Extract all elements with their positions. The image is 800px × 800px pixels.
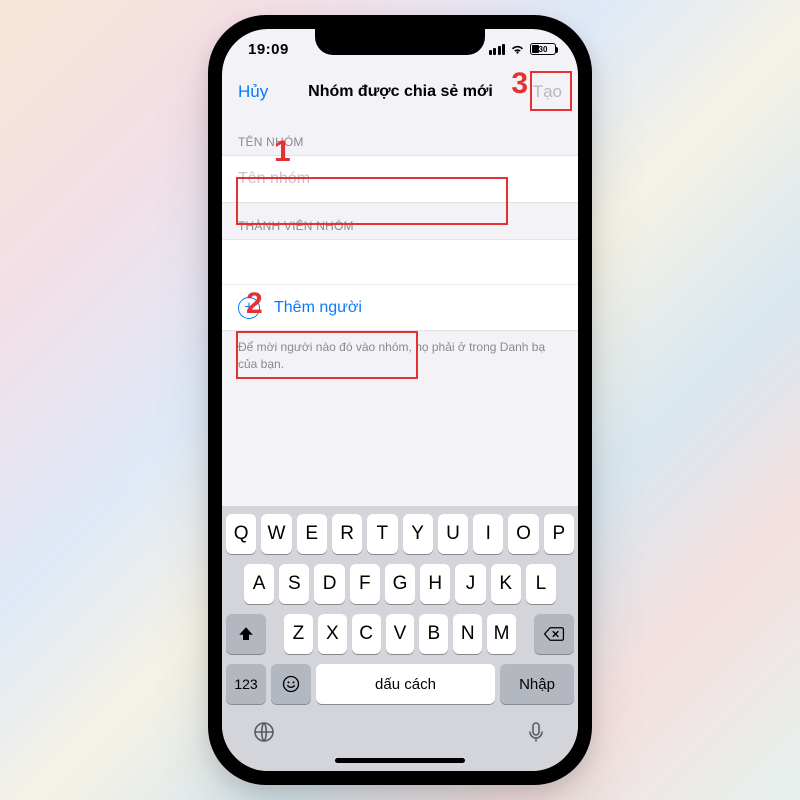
key-v[interactable]: V — [386, 614, 415, 654]
members-hint: Để mời người nào đó vào nhóm, họ phải ở … — [222, 331, 578, 373]
group-name-row — [222, 155, 578, 203]
members-section-label: THÀNH VIÊN NHÓM — [222, 207, 578, 239]
home-indicator — [335, 758, 465, 763]
group-name-input[interactable] — [238, 156, 562, 202]
key-t[interactable]: T — [367, 514, 397, 554]
shift-key[interactable] — [226, 614, 266, 654]
cancel-button[interactable]: Hủy — [238, 82, 268, 102]
status-right-cluster: 30 — [489, 43, 557, 55]
key-p[interactable]: P — [544, 514, 574, 554]
members-empty-row — [222, 239, 578, 285]
create-button[interactable]: Tạo — [533, 82, 562, 102]
key-c[interactable]: C — [352, 614, 381, 654]
globe-icon[interactable] — [252, 720, 276, 750]
add-people-label: Thêm người — [274, 299, 362, 317]
content-area: TÊN NHÓM THÀNH VIÊN NHÓM + Thêm người Để… — [222, 115, 578, 771]
key-q[interactable]: Q — [226, 514, 256, 554]
key-y[interactable]: Y — [403, 514, 433, 554]
mic-icon[interactable] — [524, 720, 548, 750]
key-m[interactable]: M — [487, 614, 516, 654]
group-name-section-label: TÊN NHÓM — [222, 123, 578, 155]
key-i[interactable]: I — [473, 514, 503, 554]
key-h[interactable]: H — [420, 564, 450, 604]
key-w[interactable]: W — [261, 514, 291, 554]
wifi-icon — [510, 44, 525, 55]
cellular-icon — [489, 44, 506, 55]
space-key[interactable]: dấu cách — [316, 664, 495, 704]
keyboard-bottom-bar — [226, 714, 574, 752]
members-section: THÀNH VIÊN NHÓM + Thêm người Để mời ngườ… — [222, 207, 578, 373]
key-z[interactable]: Z — [284, 614, 313, 654]
key-s[interactable]: S — [279, 564, 309, 604]
nav-bar: Hủy Nhóm được chia sẻ mới Tạo — [222, 69, 578, 115]
key-r[interactable]: R — [332, 514, 362, 554]
numbers-key[interactable]: 123 — [226, 664, 266, 704]
backspace-key[interactable] — [534, 614, 574, 654]
emoji-key[interactable] — [271, 664, 311, 704]
key-e[interactable]: E — [297, 514, 327, 554]
key-b[interactable]: B — [419, 614, 448, 654]
key-o[interactable]: O — [508, 514, 538, 554]
key-k[interactable]: K — [491, 564, 521, 604]
key-g[interactable]: G — [385, 564, 415, 604]
notch — [315, 29, 485, 55]
key-f[interactable]: F — [350, 564, 380, 604]
key-x[interactable]: X — [318, 614, 347, 654]
page-title: Nhóm được chia sẻ mới — [308, 83, 493, 101]
battery-percent: 30 — [539, 45, 548, 54]
ios-keyboard: QWERTYUIOP ASDFGHJKL ZXCVBNM 123 — [222, 506, 578, 771]
key-j[interactable]: J — [455, 564, 485, 604]
key-l[interactable]: L — [526, 564, 556, 604]
phone-screen: 19:09 30 Hủy Nhóm được chia sẻ mới Tạo T… — [222, 29, 578, 771]
key-n[interactable]: N — [453, 614, 482, 654]
status-time: 19:09 — [248, 41, 289, 58]
add-people-button[interactable]: + Thêm người — [222, 285, 578, 331]
battery-icon: 30 — [530, 43, 556, 55]
return-key[interactable]: Nhập — [500, 664, 574, 704]
plus-icon: + — [238, 297, 260, 319]
phone-frame: 19:09 30 Hủy Nhóm được chia sẻ mới Tạo T… — [208, 15, 592, 785]
key-d[interactable]: D — [314, 564, 344, 604]
key-u[interactable]: U — [438, 514, 468, 554]
key-a[interactable]: A — [244, 564, 274, 604]
